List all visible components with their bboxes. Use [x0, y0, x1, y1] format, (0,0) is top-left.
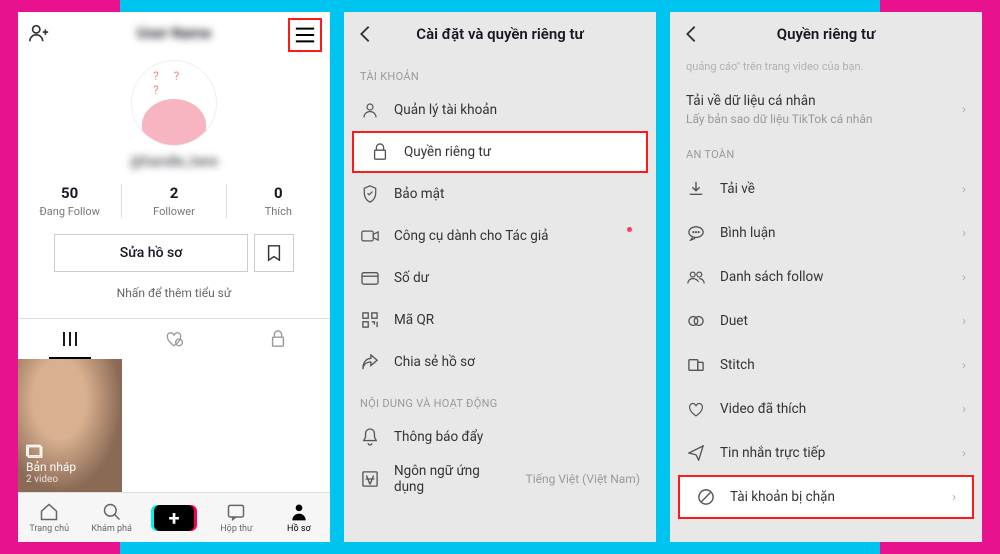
nav-home[interactable]: Trang chủ	[18, 493, 80, 542]
bio-prompt[interactable]: Nhấn để thêm tiểu sử	[18, 286, 330, 300]
send-icon	[686, 445, 706, 461]
privacy-panel: Quyền riêng tư quảng cáo" trên trang vid…	[670, 12, 982, 542]
profile-handle: @handle_here	[130, 154, 218, 170]
nav-discover[interactable]: Khám phá	[80, 493, 142, 542]
row-qr[interactable]: Mã QR	[344, 299, 656, 341]
menu-button[interactable]	[288, 18, 322, 52]
edit-profile-button[interactable]: Sửa hồ sơ	[54, 234, 248, 272]
tab-liked[interactable]	[122, 319, 226, 359]
row-downloads[interactable]: Tải về›	[670, 167, 982, 211]
row-balance[interactable]: Số dư	[344, 257, 656, 299]
add-friend-icon[interactable]	[28, 22, 50, 44]
heart-icon	[686, 402, 706, 417]
section-account: TÀI KHOẢN	[344, 56, 656, 89]
back-button[interactable]	[354, 12, 376, 56]
row-language[interactable]: Ngôn ngữ ứng dụng Tiếng Việt (Việt Nam)	[344, 458, 656, 500]
nav-inbox[interactable]: Hộp thư	[205, 493, 267, 542]
stat-following[interactable]: 50Đang Follow	[18, 184, 122, 218]
nav-profile[interactable]: Hồ sơ	[268, 493, 330, 542]
bottom-nav: Trang chủ Khám phá + Hộp thư Hồ sơ	[18, 492, 330, 542]
row-privacy[interactable]: Quyền riêng tư	[352, 131, 648, 173]
video-icon	[360, 228, 380, 244]
row-download-data[interactable]: Tải về dữ liệu cá nhân Lấy bản sao dữ li…	[670, 85, 982, 134]
draft-thumbnail[interactable]: Bản nháp 2 video	[18, 359, 122, 493]
settings-panel: Cài đặt và quyền riêng tư TÀI KHOẢN Quản…	[344, 12, 656, 542]
language-icon	[360, 471, 380, 487]
row-liked-videos[interactable]: Video đã thích›	[670, 387, 982, 431]
row-manage-account[interactable]: Quản lý tài khoản	[344, 89, 656, 131]
row-dm[interactable]: Tin nhắn trực tiếp›	[670, 431, 982, 475]
settings-title: Cài đặt và quyền riêng tư	[416, 25, 583, 43]
row-stitch[interactable]: Stitch›	[670, 343, 982, 387]
bell-icon	[360, 428, 380, 446]
share-icon	[360, 354, 380, 370]
stat-likes[interactable]: 0Thích	[227, 184, 330, 218]
row-creator-tools[interactable]: Công cụ dành cho Tác giả	[344, 215, 656, 257]
lock-icon	[370, 143, 390, 161]
back-button[interactable]	[680, 12, 702, 56]
ad-note: quảng cáo" trên trang video của bạn.	[670, 56, 982, 85]
chevron-right-icon: ›	[962, 102, 966, 117]
row-security[interactable]: Bảo mật	[344, 173, 656, 215]
stat-follower[interactable]: 2Follower	[122, 184, 226, 218]
stitch-icon	[686, 357, 706, 373]
row-blocked-accounts[interactable]: Tài khoản bị chặn›	[678, 475, 974, 519]
bookmark-button[interactable]	[254, 234, 294, 272]
duet-icon	[686, 313, 706, 329]
qr-icon	[360, 312, 380, 328]
section-content: NỘI DUNG VÀ HOẠT ĐỘNG	[344, 383, 656, 416]
shield-icon	[360, 185, 380, 203]
avatar[interactable]: ? ? ?	[131, 60, 217, 146]
download-icon	[686, 181, 706, 197]
person-icon	[360, 101, 380, 119]
section-safety: AN TOÀN	[670, 134, 982, 167]
row-duet[interactable]: Duet›	[670, 299, 982, 343]
block-icon	[696, 489, 716, 505]
profile-panel: User Name ? ? ? @handle_here 50Đang Foll…	[18, 12, 330, 542]
comment-icon	[686, 225, 706, 241]
tab-grid[interactable]	[18, 319, 122, 359]
nav-create[interactable]: +	[143, 493, 205, 542]
row-push-notif[interactable]: Thông báo đẩy	[344, 416, 656, 458]
profile-name: User Name	[137, 24, 212, 42]
row-comments[interactable]: Bình luận›	[670, 211, 982, 255]
wallet-icon	[360, 270, 380, 286]
row-share-profile[interactable]: Chia sẻ hồ sơ	[344, 341, 656, 383]
people-icon	[686, 269, 706, 285]
stats-row: 50Đang Follow 2Follower 0Thích	[18, 184, 330, 218]
tab-private[interactable]	[226, 319, 330, 359]
privacy-title: Quyền riêng tư	[777, 25, 875, 43]
row-following-list[interactable]: Danh sách follow›	[670, 255, 982, 299]
